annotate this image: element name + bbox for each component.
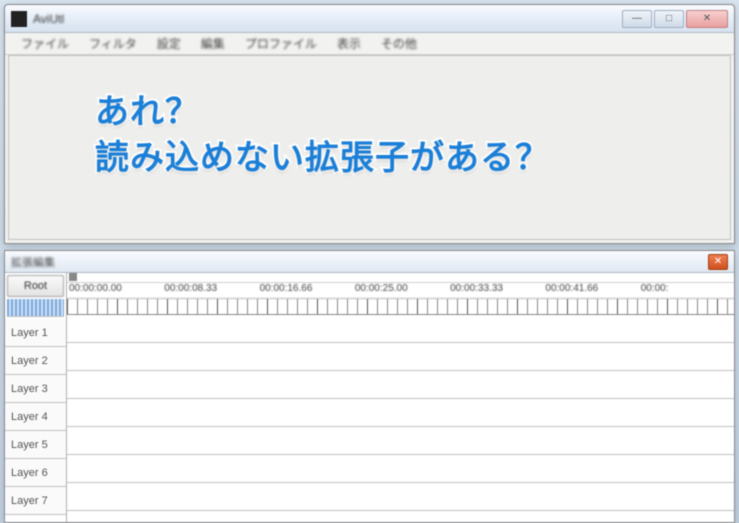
menu-other[interactable]: その他 [371, 33, 427, 54]
layer-label-4[interactable]: Layer 4 [5, 403, 66, 431]
menubar: ファイル フィルタ 設定 編集 プロファイル 表示 その他 [5, 33, 734, 55]
layer-label-5[interactable]: Layer 5 [5, 431, 66, 459]
layer-label-1[interactable]: Layer 1 [5, 319, 66, 347]
overlay-line-2: 読み込めない拡張子がある？ [95, 136, 550, 182]
layer-track-2[interactable] [67, 343, 734, 371]
timecode: 00:00:08.33 [162, 283, 257, 298]
timeline-marker-row[interactable] [67, 273, 734, 283]
timeline-title: 拡張編集 [11, 254, 708, 270]
timeline-titlebar: 拡張編集 ✕ [5, 251, 734, 273]
menu-profile[interactable]: プロファイル [235, 33, 327, 54]
layer-track-4[interactable] [67, 399, 734, 427]
zoom-slider[interactable] [7, 299, 64, 317]
layer-track-7[interactable] [67, 483, 734, 511]
layer-track-5[interactable] [67, 427, 734, 455]
time-ruler[interactable] [67, 299, 734, 315]
layer-track-6[interactable] [67, 455, 734, 483]
minimize-button[interactable]: — [622, 10, 652, 28]
overlay-caption: あれ？ 読み込めない拡張子がある？ [95, 90, 550, 182]
overlay-line-1: あれ？ [95, 90, 550, 136]
window-title: AviUtl [33, 12, 622, 26]
timecode: 00:00:16.66 [258, 283, 353, 298]
app-icon [11, 11, 27, 27]
timecode: 00:00:33.33 [448, 283, 543, 298]
close-button[interactable]: ✕ [686, 10, 728, 28]
titlebar: AviUtl — □ ✕ [5, 5, 734, 33]
menu-filter[interactable]: フィルタ [79, 33, 147, 54]
menu-edit[interactable]: 編集 [191, 33, 235, 54]
layer-label-3[interactable]: Layer 3 [5, 375, 66, 403]
timecode: 00:00:41.66 [543, 283, 638, 298]
root-button[interactable]: Root [7, 275, 64, 297]
timeline-body: Root Layer 1 Layer 2 Layer 3 Layer 4 Lay… [5, 273, 734, 522]
menu-settings[interactable]: 設定 [147, 33, 191, 54]
timeline-close-button[interactable]: ✕ [708, 254, 728, 270]
layer-label-7[interactable]: Layer 7 [5, 487, 66, 515]
timecode: 00:00:00.00 [67, 283, 162, 298]
timecode: 00:00:25.00 [353, 283, 448, 298]
timecode: 00:00: [639, 283, 734, 298]
layer-track-1[interactable] [67, 315, 734, 343]
window-controls: — □ ✕ [622, 10, 728, 28]
layer-track-3[interactable] [67, 371, 734, 399]
timeline-left-pane: Root Layer 1 Layer 2 Layer 3 Layer 4 Lay… [5, 273, 67, 522]
time-header: 00:00:00.00 00:00:08.33 00:00:16.66 00:0… [67, 283, 734, 299]
menu-view[interactable]: 表示 [327, 33, 371, 54]
timeline-right-pane: 00:00:00.00 00:00:08.33 00:00:16.66 00:0… [67, 273, 734, 522]
menu-file[interactable]: ファイル [11, 33, 79, 54]
maximize-button[interactable]: □ [654, 10, 684, 28]
layer-label-6[interactable]: Layer 6 [5, 459, 66, 487]
layer-label-2[interactable]: Layer 2 [5, 347, 66, 375]
timeline-window: 拡張編集 ✕ Root Layer 1 Layer 2 Layer 3 Laye… [4, 250, 735, 523]
